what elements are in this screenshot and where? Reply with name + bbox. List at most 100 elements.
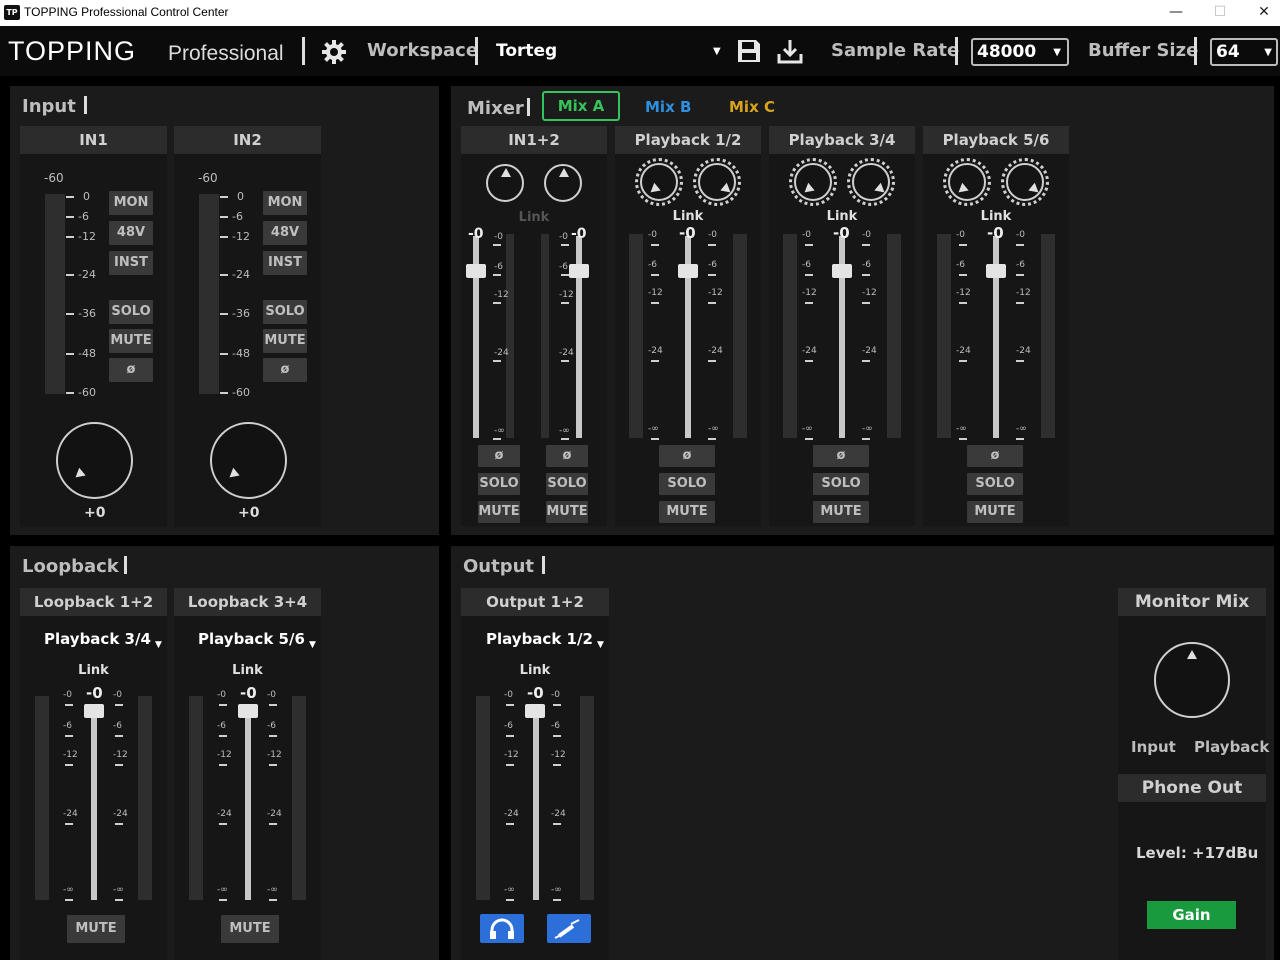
pan-knob[interactable] [948, 163, 986, 201]
pan-knob[interactable] [544, 164, 582, 202]
inst-button[interactable]: INST [263, 251, 307, 275]
solo-button[interactable]: SOLO [967, 473, 1023, 495]
phase-button[interactable]: ø [263, 358, 307, 382]
pan-knob[interactable] [640, 163, 678, 201]
gain-knob[interactable] [56, 422, 133, 499]
fader-thumb[interactable] [525, 704, 545, 718]
link-label[interactable]: Link [20, 663, 167, 678]
meter-tick [115, 735, 123, 737]
pan-knob[interactable] [794, 163, 832, 201]
channel-name: Loopback 3+4 [174, 588, 321, 616]
mute-button[interactable]: MUTE [967, 501, 1023, 523]
meter-scale-label: -24 [78, 268, 96, 281]
loopback-source-select[interactable]: Playback 5/6 [198, 630, 305, 648]
loopback-source-select[interactable]: Playback 3/4 [44, 630, 151, 648]
link-label[interactable]: Link [461, 663, 609, 678]
phase-button[interactable]: ø [967, 445, 1023, 467]
sample-rate-select[interactable]: 48000 ▼ [971, 38, 1069, 66]
gain-button[interactable]: Gain [1147, 901, 1236, 929]
solo-button[interactable]: SOLO [109, 300, 153, 324]
gear-icon[interactable] [320, 38, 348, 66]
line-out-button[interactable] [547, 914, 591, 943]
fader-thumb[interactable] [84, 704, 104, 718]
chevron-down-icon[interactable]: ▼ [309, 640, 316, 650]
meter-tick [115, 823, 123, 825]
meter-tick [959, 438, 967, 440]
link-label-disabled[interactable]: Link [461, 210, 607, 225]
mute-button[interactable]: MUTE [478, 501, 520, 523]
divider [124, 556, 127, 574]
pan-knob[interactable] [486, 164, 524, 202]
link-label[interactable]: Link [923, 209, 1069, 224]
mute-button[interactable]: MUTE [813, 501, 869, 523]
knob-pointer-icon [72, 467, 86, 482]
fader-thumb[interactable] [986, 264, 1006, 278]
output-source-select[interactable]: Playback 1/2 [486, 630, 593, 648]
fader-thumb[interactable] [832, 264, 852, 278]
buffer-size-select[interactable]: 64 ▼ [1210, 38, 1278, 66]
download-icon[interactable] [776, 37, 804, 65]
meter-tick [220, 274, 228, 276]
workspace-select[interactable]: Torteg [496, 41, 557, 61]
meter-tick [553, 823, 561, 825]
pan-knob[interactable] [852, 163, 890, 201]
mute-button[interactable]: MUTE [546, 501, 588, 523]
close-button[interactable]: ✕ [1242, 2, 1280, 24]
meter-scale-label: -6 [113, 721, 122, 731]
meter-tick [219, 735, 227, 737]
mute-button[interactable]: MUTE [221, 915, 279, 943]
mute-button[interactable]: MUTE [109, 329, 153, 353]
chevron-down-icon[interactable]: ▼ [713, 46, 721, 57]
meter-tick [269, 704, 277, 706]
pan-knob[interactable] [698, 163, 736, 201]
inst-button[interactable]: INST [109, 251, 153, 275]
meter-scale-label: -0 [862, 230, 871, 240]
phase-button[interactable]: ø [659, 445, 715, 467]
fader-thumb[interactable] [238, 704, 258, 718]
phantom-48v-button[interactable]: 48V [263, 221, 307, 245]
chevron-down-icon[interactable]: ▼ [597, 640, 604, 650]
phantom-48v-button[interactable]: 48V [109, 221, 153, 245]
solo-button[interactable]: SOLO [263, 300, 307, 324]
meter-tick [220, 313, 228, 315]
maximize-button[interactable]: ☐ [1198, 2, 1242, 24]
phase-button[interactable]: ø [813, 445, 869, 467]
gain-knob[interactable] [210, 422, 287, 499]
meter-tick [66, 392, 74, 394]
solo-button[interactable]: SOLO [478, 473, 520, 495]
channel-name: Playback 5/6 [923, 126, 1069, 154]
fader-thumb[interactable] [678, 264, 698, 278]
meter-scale-label: -60 [232, 386, 250, 399]
meter-scale-label: -6 [802, 260, 811, 270]
link-label[interactable]: Link [615, 209, 761, 224]
phase-button[interactable]: ø [478, 445, 520, 467]
mon-button[interactable]: MON [109, 191, 153, 215]
meter-scale-label: -12 [267, 750, 282, 760]
link-label[interactable]: Link [769, 209, 915, 224]
minimize-button[interactable]: — [1154, 2, 1198, 24]
meter-scale-label: -∞ [494, 426, 505, 436]
fader-thumb[interactable] [466, 264, 486, 278]
mon-button[interactable]: MON [263, 191, 307, 215]
meter-scale-label: -24 [551, 809, 566, 819]
solo-button[interactable]: SOLO [659, 473, 715, 495]
fader-thumb[interactable] [569, 264, 589, 278]
solo-button[interactable]: SOLO [546, 473, 588, 495]
tab-mix-b[interactable]: Mix B [645, 98, 691, 116]
phase-button[interactable]: ø [546, 445, 588, 467]
meter-scale-label: -12 [956, 288, 971, 298]
mute-button[interactable]: MUTE [263, 329, 307, 353]
mute-button[interactable]: MUTE [67, 915, 125, 943]
phase-button[interactable]: ø [109, 358, 153, 382]
link-label[interactable]: Link [174, 663, 321, 678]
tab-mix-a[interactable]: Mix A [542, 91, 620, 121]
pan-knob[interactable] [1006, 163, 1044, 201]
headphone-button[interactable] [480, 914, 524, 943]
save-icon[interactable] [736, 38, 762, 64]
chevron-down-icon[interactable]: ▼ [155, 640, 162, 650]
solo-button[interactable]: SOLO [813, 473, 869, 495]
tab-mix-c[interactable]: Mix C [729, 98, 775, 116]
monitor-mix-knob[interactable] [1154, 642, 1230, 718]
line-out-icon [554, 919, 580, 939]
mute-button[interactable]: MUTE [659, 501, 715, 523]
